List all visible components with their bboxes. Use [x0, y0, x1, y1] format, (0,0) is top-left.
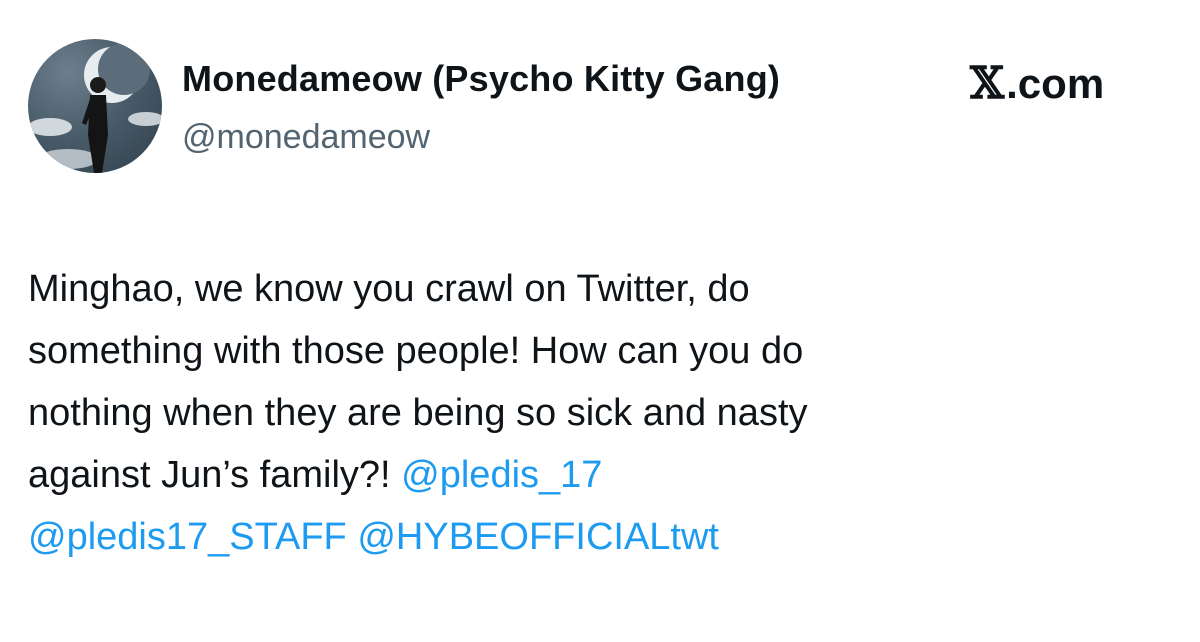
x-logo: 𝕏 .com [970, 58, 1104, 109]
tweet-text: Minghao, we know you crawl on Twitter, d… [28, 258, 1178, 568]
tweet-line: Minghao, we know you crawl on Twitter, d… [28, 268, 750, 310]
brand-label: .com [1006, 59, 1105, 107]
tweet-line: against Jun’s family?! @pledis_17 [28, 444, 1178, 506]
avatar[interactable] [28, 39, 162, 173]
author-display-name[interactable]: Monedameow (Psycho Kitty Gang) [182, 58, 780, 100]
author-handle[interactable]: @monedameow [182, 118, 430, 157]
tweet-line: nothing when they are being so sick and … [28, 392, 808, 434]
mention-link[interactable]: @pledis_17 [401, 454, 602, 496]
tweet-line: @pledis17_STAFF @HYBEOFFICIALtwt [28, 506, 1178, 568]
mention-link[interactable]: @HYBEOFFICIALtwt [357, 516, 719, 558]
tweet-line-text: against Jun’s family?! [28, 454, 402, 496]
tweet-line: something with those people! How can you… [28, 330, 804, 372]
mention-link[interactable]: @pledis17_STAFF [28, 516, 347, 558]
avatar-image [28, 43, 162, 173]
x-icon: 𝕏 [970, 58, 1005, 109]
